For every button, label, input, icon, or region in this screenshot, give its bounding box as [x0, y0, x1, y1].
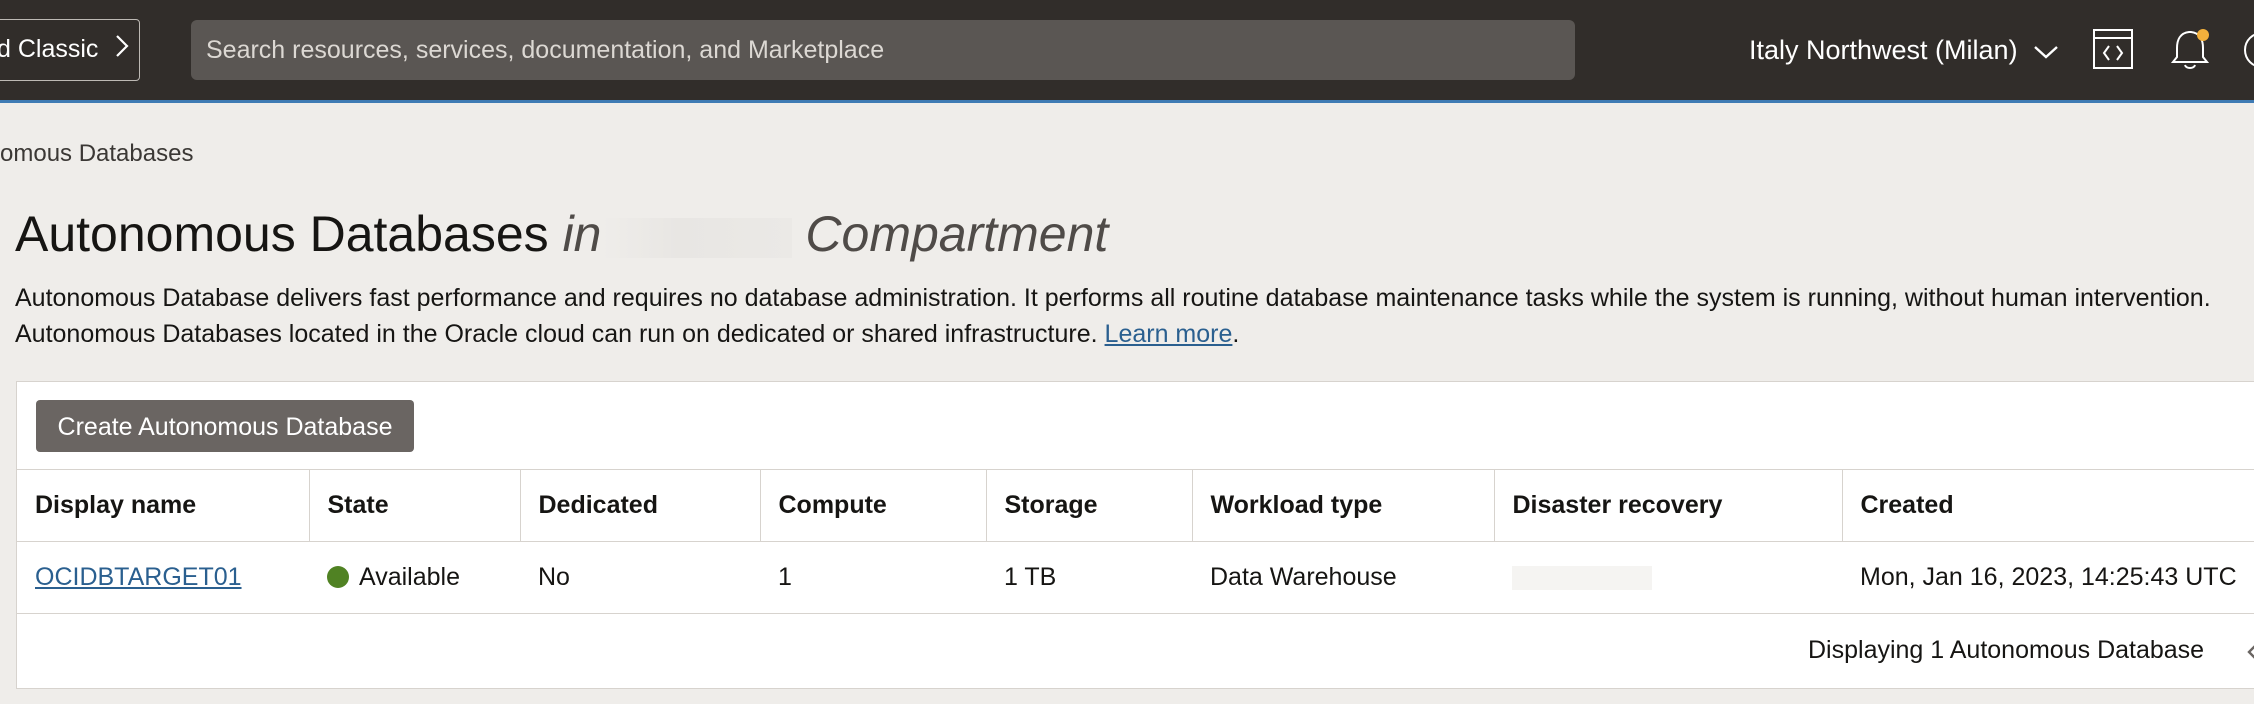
cell-workload-type: Data Warehouse	[1210, 563, 1397, 591]
page-description: Autonomous Database delivers fast perfor…	[15, 280, 2211, 352]
page-title-main: Autonomous Databases	[15, 206, 549, 262]
breadcrumb[interactable]: omous Databases	[0, 140, 193, 168]
region-selector[interactable]: Italy Northwest (Milan)	[1749, 30, 2059, 70]
page-title: Autonomous Databases in Compartment	[15, 202, 1108, 266]
chevron-left-icon[interactable]	[2245, 640, 2254, 669]
table-header-row: Display name State Dedicated Compute Sto…	[17, 469, 2254, 542]
column-header-dedicated[interactable]: Dedicated	[520, 469, 761, 542]
cell-created: Mon, Jan 16, 2023, 14:25:43 UTC	[1860, 563, 2237, 591]
learn-more-link[interactable]: Learn more	[1105, 320, 1233, 348]
column-header-state[interactable]: State	[309, 469, 521, 542]
databases-table: Display name State Dedicated Compute Sto…	[17, 469, 2254, 614]
column-header-created[interactable]: Created	[1842, 470, 2254, 542]
column-header-compute[interactable]: Compute	[760, 469, 987, 542]
classic-button-label: d Classic	[0, 35, 99, 63]
classic-console-button[interactable]: d Classic	[0, 19, 140, 81]
cell-state: Available	[309, 542, 520, 614]
description-period: .	[1232, 320, 1240, 348]
column-header-storage[interactable]: Storage	[986, 469, 1193, 542]
cell-disaster-recovery	[1494, 542, 1842, 614]
search-input[interactable]	[191, 20, 1575, 80]
cell-storage: 1 TB	[1004, 563, 1057, 591]
chevron-down-icon	[2034, 45, 2058, 59]
top-navigation-bar: d Classic Italy Northwest (Milan)	[0, 0, 2254, 103]
redacted-compartment-name	[601, 217, 792, 258]
page-title-in: in	[562, 206, 602, 262]
results-count: Displaying 1 Autonomous Database	[1808, 636, 2205, 664]
cell-dedicated: No	[538, 563, 570, 591]
description-line-2: Autonomous Databases located in the Orac…	[15, 316, 2211, 352]
databases-panel: Create Autonomous Database Display name …	[16, 381, 2254, 689]
help-icon[interactable]	[2242, 30, 2254, 75]
state-text: Available	[359, 563, 461, 591]
redacted-disaster-recovery	[1512, 566, 1652, 591]
code-editor-icon[interactable]	[2092, 28, 2134, 75]
cell-compute: 1	[778, 563, 792, 591]
column-header-display-name[interactable]: Display name	[17, 469, 310, 542]
create-autonomous-database-button[interactable]: Create Autonomous Database	[36, 400, 414, 452]
bell-icon[interactable]	[2169, 26, 2215, 79]
status-available-icon	[327, 566, 349, 588]
column-header-disaster-recovery[interactable]: Disaster recovery	[1494, 469, 1843, 542]
database-name-link[interactable]: OCIDBTARGET01	[35, 563, 242, 591]
region-label: Italy Northwest (Milan)	[1749, 35, 2018, 65]
table-row: OCIDBTARGET01 Available No 1 1 TB Data W…	[17, 542, 2254, 614]
description-line-2-text: Autonomous Databases located in the Orac…	[15, 320, 1098, 348]
page-title-compartment: Compartment	[805, 206, 1109, 262]
chevron-right-icon	[115, 21, 129, 80]
cell-display-name: OCIDBTARGET01	[17, 542, 309, 614]
column-header-workload-type[interactable]: Workload type	[1192, 469, 1495, 542]
description-line-1: Autonomous Database delivers fast perfor…	[15, 284, 2211, 312]
